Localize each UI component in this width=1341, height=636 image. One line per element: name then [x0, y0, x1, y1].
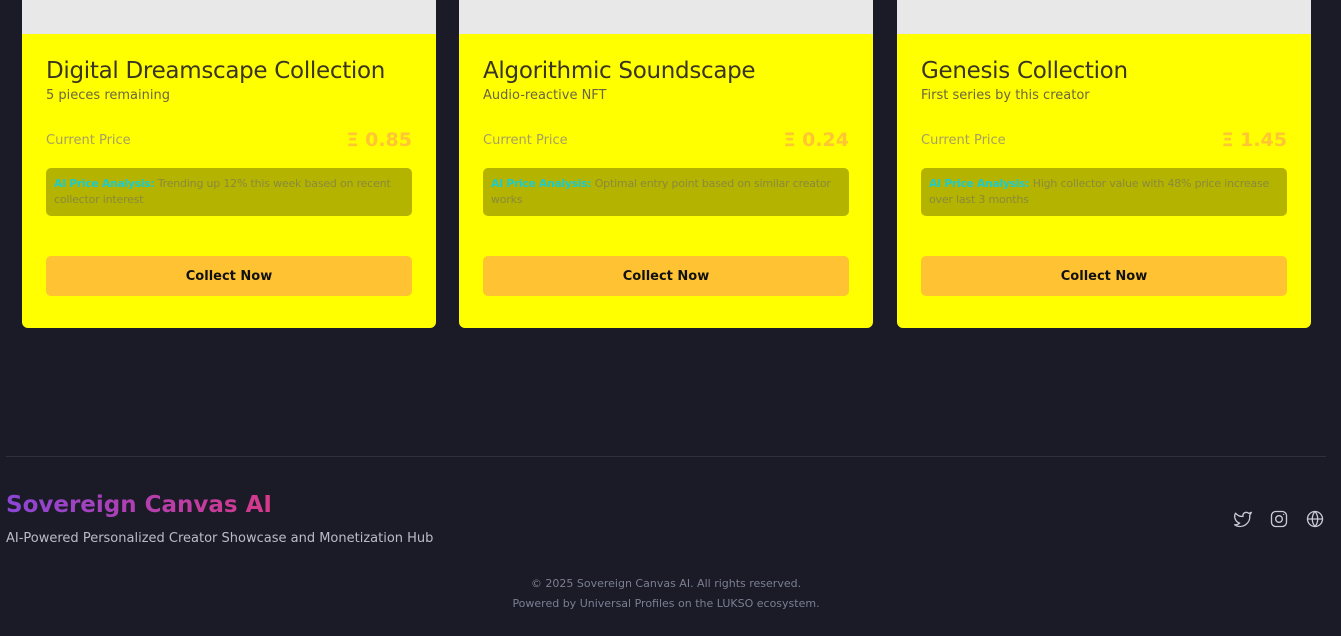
ai-analysis-label: AI Price Analysis: [929, 177, 1033, 190]
card-title: Genesis Collection [921, 58, 1128, 84]
ai-analysis-label: AI Price Analysis: [54, 177, 158, 190]
card-image [897, 0, 1311, 34]
card-subtitle: 5 pieces remaining [46, 88, 170, 103]
footer-tagline: AI-Powered Personalized Creator Showcase… [6, 531, 434, 546]
copyright-text: © 2025 Sovereign Canvas AI. All rights r… [530, 577, 802, 590]
ai-analysis-label: AI Price Analysis: [491, 177, 595, 190]
price-row: Current Price Ξ 0.85 [46, 128, 412, 152]
card-subtitle: Audio-reactive NFT [483, 88, 607, 103]
footer-brand: Sovereign Canvas AI [6, 492, 272, 518]
price-value: Ξ 0.24 [783, 129, 850, 151]
collection-card: Digital Dreamscape Collection 5 pieces r… [22, 0, 436, 328]
card-image [22, 0, 436, 34]
price-label: Current Price [483, 132, 568, 148]
collections-grid: Digital Dreamscape Collection 5 pieces r… [0, 0, 1341, 330]
collection-card: Genesis Collection First series by this … [897, 0, 1311, 328]
footer-divider [6, 456, 1326, 457]
globe-icon[interactable] [1305, 509, 1325, 529]
card-title: Algorithmic Soundscape [483, 58, 756, 84]
collect-now-button[interactable]: Collect Now [921, 256, 1287, 296]
powered-by-text: Powered by Universal Profiles on the LUK… [512, 597, 820, 610]
instagram-icon[interactable] [1269, 509, 1289, 529]
card-title: Digital Dreamscape Collection [46, 58, 386, 84]
social-links [1233, 509, 1325, 529]
collection-card: Algorithmic Soundscape Audio-reactive NF… [459, 0, 873, 328]
collect-now-button[interactable]: Collect Now [46, 256, 412, 296]
price-value: Ξ 1.45 [1221, 129, 1288, 151]
price-row: Current Price Ξ 1.45 [921, 128, 1287, 152]
twitter-icon[interactable] [1233, 509, 1253, 529]
collect-now-button[interactable]: Collect Now [483, 256, 849, 296]
price-row: Current Price Ξ 0.24 [483, 128, 849, 152]
card-subtitle: First series by this creator [921, 88, 1090, 103]
price-value: Ξ 0.85 [346, 129, 413, 151]
ai-price-analysis: AI Price Analysis: High collector value … [921, 168, 1287, 216]
price-label: Current Price [921, 132, 1006, 148]
card-image [459, 0, 873, 34]
copyright-block: © 2025 Sovereign Canvas AI. All rights r… [0, 574, 1332, 614]
ai-price-analysis: AI Price Analysis: Trending up 12% this … [46, 168, 412, 216]
ai-price-analysis: AI Price Analysis: Optimal entry point b… [483, 168, 849, 216]
price-label: Current Price [46, 132, 131, 148]
